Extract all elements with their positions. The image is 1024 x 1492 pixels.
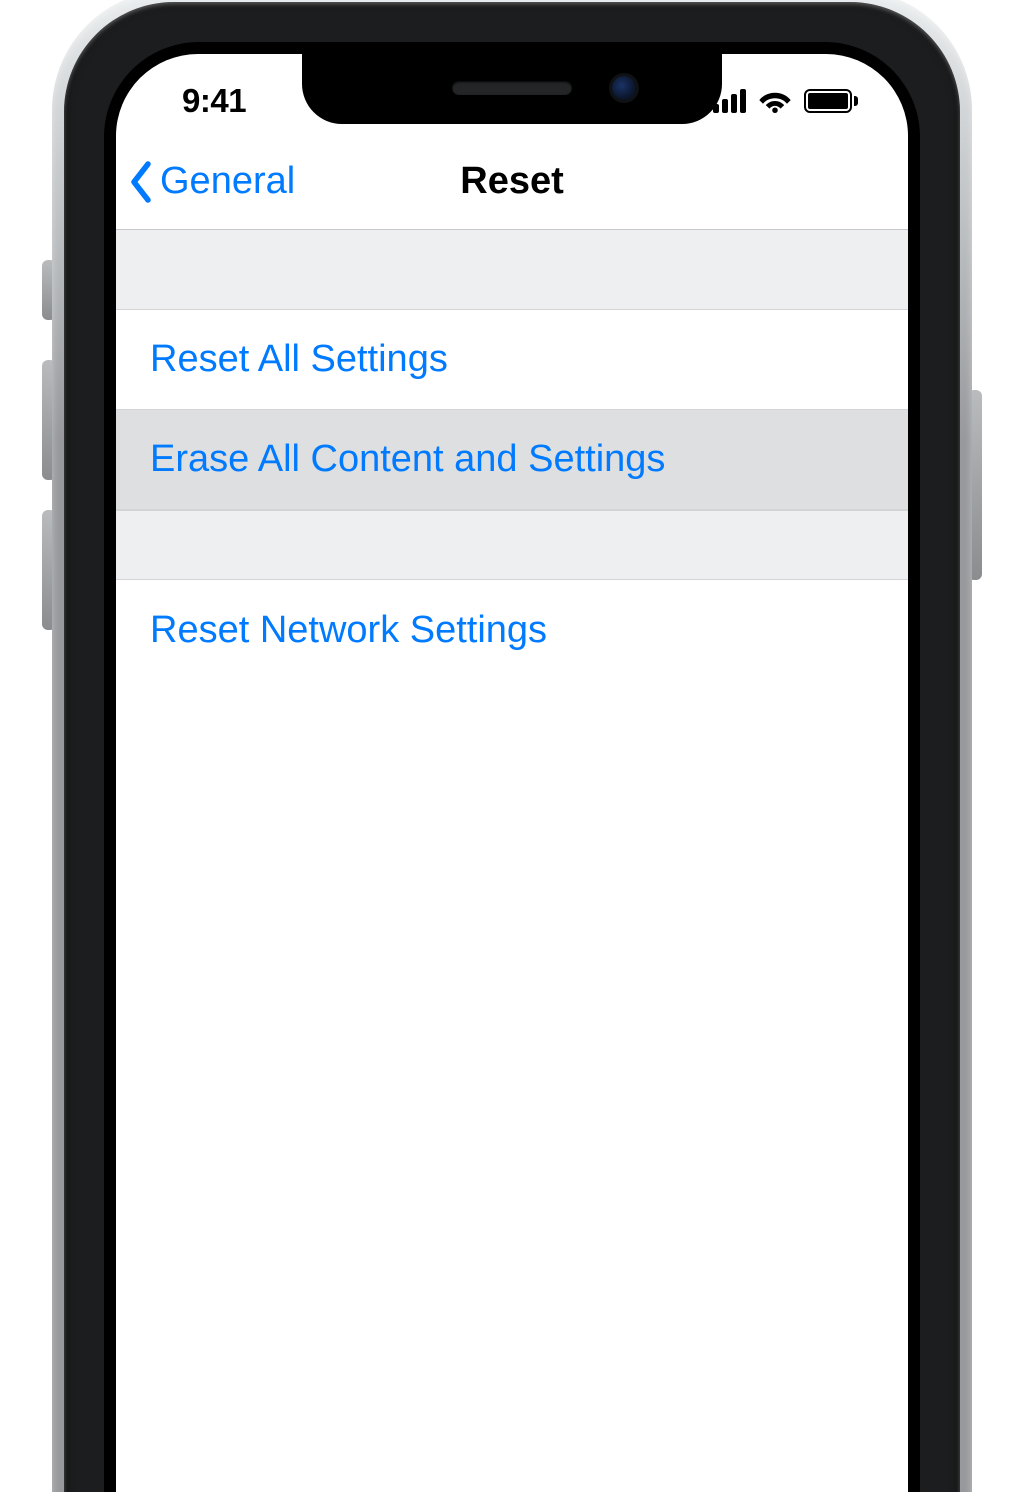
wifi-icon [758, 89, 792, 113]
battery-icon [804, 89, 858, 113]
phone-frame: 9:41 [52, 0, 972, 1492]
back-button[interactable]: General [128, 160, 295, 204]
status-icons [713, 89, 858, 113]
back-label: General [160, 160, 295, 203]
row-label: Reset Network Settings [150, 609, 547, 652]
row-label: Reset All Settings [150, 338, 448, 381]
section-spacer [116, 510, 908, 580]
front-camera [612, 76, 636, 100]
phone-screen: 9:41 [116, 54, 908, 1492]
reset-network-settings-row[interactable]: Reset Network Settings [116, 580, 908, 680]
display-notch [302, 54, 722, 124]
chevron-left-icon [128, 160, 156, 204]
settings-list: Reset All Settings Erase All Content and… [116, 230, 908, 680]
erase-all-content-row[interactable]: Erase All Content and Settings [116, 410, 908, 510]
section-spacer [116, 230, 908, 310]
navigation-bar: General Reset [116, 134, 908, 230]
status-time: 9:41 [182, 82, 246, 120]
row-label: Erase All Content and Settings [150, 438, 665, 481]
speaker-grille [452, 81, 572, 95]
reset-all-settings-row[interactable]: Reset All Settings [116, 310, 908, 410]
